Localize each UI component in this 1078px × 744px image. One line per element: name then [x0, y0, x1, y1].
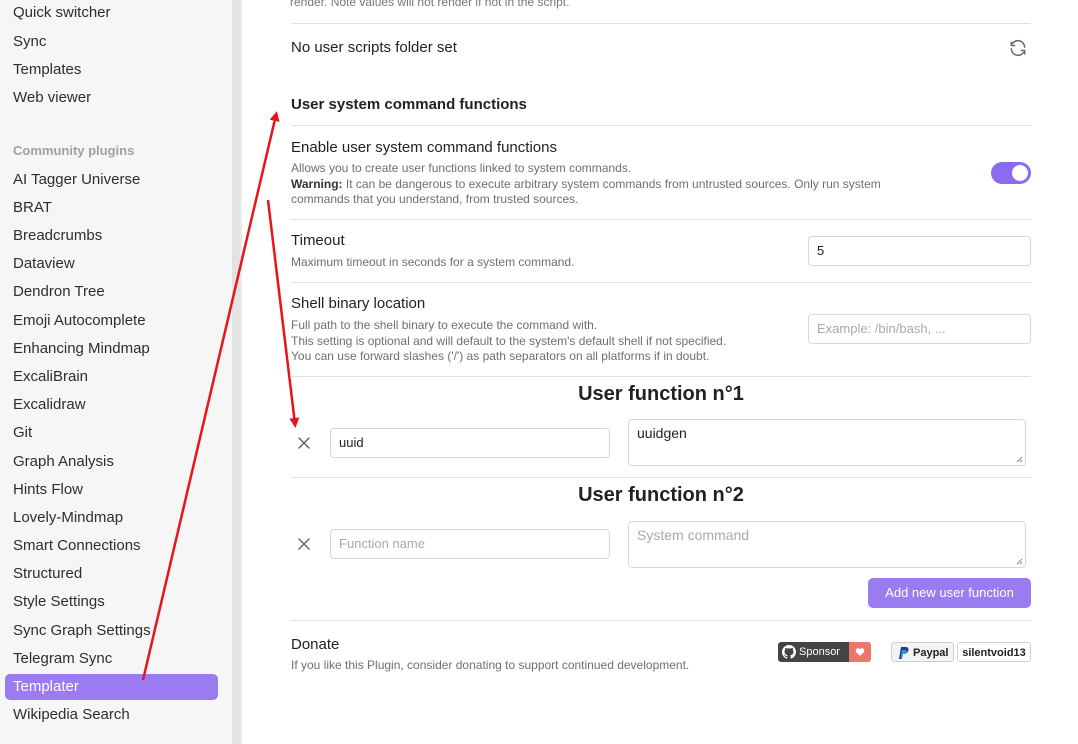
system-command-textarea[interactable]: uuidgen — [628, 419, 1026, 466]
function-name-input[interactable]: uuid — [330, 428, 610, 458]
shell-binary-input[interactable]: Example: /bin/bash, ... — [808, 314, 1031, 344]
cut-off-description: render. Note values will not render if n… — [290, 0, 570, 9]
sidebar-item-style-settings[interactable]: Style Settings — [5, 589, 218, 615]
sidebar-item-structured[interactable]: Structured — [5, 561, 218, 587]
sidebar-item-excalidraw[interactable]: Excalidraw — [5, 392, 218, 418]
sidebar-item-sync[interactable]: Sync — [5, 29, 218, 55]
timeout-setting-name: Timeout — [291, 232, 345, 249]
timeout-input[interactable]: 5 — [808, 236, 1031, 266]
sponsor-heart-badge[interactable] — [849, 642, 871, 662]
sidebar-item-wikipedia-search[interactable]: Wikipedia Search — [5, 702, 218, 728]
enable-setting-name: Enable user system command functions — [291, 139, 557, 156]
donate-setting-name: Donate — [291, 636, 340, 653]
sidebar-item-web-viewer[interactable]: Web viewer — [5, 85, 218, 111]
close-icon[interactable] — [297, 436, 311, 450]
sidebar-item-smart-connections[interactable]: Smart Connections — [5, 533, 218, 559]
divider — [291, 376, 1031, 377]
paypal-label: Paypal — [913, 647, 949, 659]
user-function-1-title: User function n°1 — [578, 383, 744, 405]
sidebar-item-templater[interactable]: Templater — [5, 674, 218, 700]
divider — [291, 125, 1031, 126]
close-icon[interactable] — [297, 537, 311, 551]
sidebar-item-ai-tagger-universe[interactable]: AI Tagger Universe — [5, 167, 218, 193]
system-command-value: uuidgen — [637, 425, 687, 441]
enable-warning: Warning: It can be dangerous to execute … — [291, 177, 941, 208]
sidebar-item-emoji-autocomplete[interactable]: Emoji Autocomplete — [5, 308, 218, 334]
sidebar-item-breadcrumbs[interactable]: Breadcrumbs — [5, 223, 218, 249]
sidebar-item-excalibrain[interactable]: ExcaliBrain — [5, 364, 218, 390]
paypal-badge[interactable]: Paypal — [891, 642, 954, 662]
enable-setting-description: Allows you to create user functions link… — [291, 161, 941, 208]
sidebar-item-enhancing-mindmap[interactable]: Enhancing Mindmap — [5, 336, 218, 362]
system-command-textarea[interactable]: System command — [628, 521, 1026, 568]
refresh-icon[interactable] — [1008, 38, 1028, 58]
divider — [291, 282, 1031, 283]
sidebar-border — [240, 0, 242, 744]
divider — [291, 219, 1031, 220]
divider — [291, 477, 1031, 478]
github-icon — [782, 645, 796, 659]
sidebar-section-community-plugins: Community plugins — [13, 143, 135, 158]
sidebar-scrollbar[interactable] — [232, 0, 240, 744]
github-sponsor-badge[interactable]: Sponsor — [778, 642, 849, 662]
section-heading: User system command functions — [291, 96, 527, 113]
sponsor-label: Sponsor — [799, 646, 840, 658]
function-name-input[interactable]: Function name — [330, 529, 610, 559]
sidebar-item-brat[interactable]: BRAT — [5, 195, 218, 221]
paypal-username-badge[interactable]: silentvoid13 — [957, 642, 1031, 662]
sidebar-item-telegram-sync[interactable]: Telegram Sync — [5, 646, 218, 672]
sidebar-item-lovely-mindmap[interactable]: Lovely-Mindmap — [5, 505, 218, 531]
divider — [291, 620, 1031, 621]
sidebar-item-graph-analysis[interactable]: Graph Analysis — [5, 449, 218, 475]
warning-text: It can be dangerous to execute arbitrary… — [291, 176, 881, 207]
paypal-icon — [899, 647, 909, 659]
sidebar-item-templates[interactable]: Templates — [5, 57, 218, 83]
add-user-function-button[interactable]: Add new user function — [868, 578, 1031, 608]
sidebar-item-git[interactable]: Git — [5, 420, 218, 446]
shell-desc-line: You can use forward slashes ('/') as pat… — [291, 349, 710, 363]
resize-grip-icon[interactable] — [1016, 558, 1023, 565]
enable-toggle[interactable] — [991, 162, 1031, 184]
settings-sidebar: Quick switcher Sync Templates Web viewer… — [0, 0, 232, 744]
sidebar-item-dendron-tree[interactable]: Dendron Tree — [5, 279, 218, 305]
sidebar-item-hints-flow[interactable]: Hints Flow — [5, 477, 218, 503]
resize-grip-icon[interactable] — [1016, 456, 1023, 463]
sidebar-item-sync-graph-settings[interactable]: Sync Graph Settings — [5, 618, 218, 644]
system-command-placeholder: System command — [637, 527, 750, 543]
warning-label: Warning: — [291, 176, 343, 191]
shell-setting-name: Shell binary location — [291, 295, 426, 312]
user-function-2-title: User function n°2 — [578, 484, 744, 506]
sidebar-item-dataview[interactable]: Dataview — [5, 251, 218, 277]
enable-desc-line: Allows you to create user functions link… — [291, 161, 632, 175]
user-scripts-folder-status: No user scripts folder set — [291, 39, 457, 56]
divider — [291, 23, 1031, 24]
heart-icon — [855, 648, 865, 656]
toggle-knob — [1012, 165, 1028, 181]
sidebar-item-quick-switcher[interactable]: Quick switcher — [5, 0, 218, 26]
